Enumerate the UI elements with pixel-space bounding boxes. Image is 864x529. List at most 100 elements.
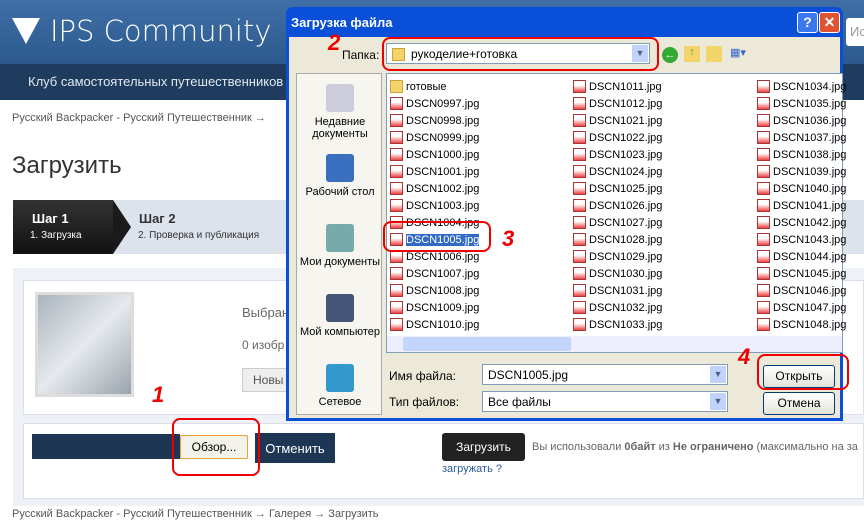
step-1 <box>13 200 131 254</box>
file-item[interactable]: DSCN1012.jpg <box>573 96 662 111</box>
place-network[interactable]: Сетевое <box>297 364 383 408</box>
file-item[interactable]: DSCN1001.jpg <box>390 164 479 179</box>
file-item[interactable]: DSCN1034.jpg <box>757 79 846 94</box>
file-item[interactable]: DSCN1010.jpg <box>390 317 479 332</box>
step-1-sub: 1. Загрузка <box>30 230 82 241</box>
search-input[interactable]: Ис <box>846 18 864 46</box>
cancel-upload-button[interactable]: Отменить <box>255 433 335 463</box>
up-folder-icon[interactable]: ↑ <box>684 46 700 62</box>
annotation-4: 4 <box>738 344 751 369</box>
file-item[interactable]: DSCN1007.jpg <box>390 266 479 281</box>
place-documents[interactable]: Мои документы <box>297 224 383 268</box>
image-file-icon <box>757 131 770 144</box>
file-path-input[interactable] <box>32 434 180 459</box>
place-computer[interactable]: Мой компьютер <box>297 294 383 338</box>
file-item[interactable]: DSCN1002.jpg <box>390 181 479 196</box>
file-item[interactable]: DSCN1039.jpg <box>757 164 846 179</box>
new-folder-icon[interactable] <box>706 46 722 62</box>
file-item[interactable]: DSCN1009.jpg <box>390 300 479 315</box>
horizontal-scrollbar[interactable] <box>387 336 842 352</box>
dialog-cancel-button[interactable]: Отмена <box>763 392 835 415</box>
file-item[interactable]: DSCN1024.jpg <box>573 164 662 179</box>
help-link[interactable]: загружать ? <box>442 463 502 475</box>
file-item[interactable]: DSCN0998.jpg <box>390 113 479 128</box>
new-album-button[interactable]: Новы <box>242 368 287 392</box>
file-item[interactable]: DSCN1047.jpg <box>757 300 846 315</box>
annotation-1: 1 <box>152 382 165 407</box>
file-item[interactable]: DSCN1040.jpg <box>757 181 846 196</box>
file-item[interactable]: DSCN1038.jpg <box>757 147 846 162</box>
back-icon[interactable]: ← <box>662 47 678 63</box>
place-desktop[interactable]: Рабочий стол <box>297 154 383 198</box>
image-file-icon <box>573 165 586 178</box>
chevron-down-icon[interactable]: ▼ <box>710 366 726 383</box>
quota-text: Вы использовали 0байт из Не ограничено (… <box>532 441 858 453</box>
file-item[interactable]: DSCN1008.jpg <box>390 283 479 298</box>
image-file-icon <box>573 284 586 297</box>
places-bar: Недавние документы Рабочий стол Мои доку… <box>296 73 382 415</box>
file-list[interactable]: готовые DSCN0997.jpg DSCN0998.jpg DSCN0999.… <box>386 73 846 353</box>
file-item[interactable]: DSCN1029.jpg <box>573 249 662 264</box>
file-item[interactable]: DSCN0999.jpg <box>390 130 479 145</box>
chevron-down-icon[interactable]: ▼ <box>710 393 726 410</box>
file-item[interactable]: DSCN1028.jpg <box>573 232 662 247</box>
image-file-icon <box>390 97 403 110</box>
file-item[interactable]: DSCN1023.jpg <box>573 147 662 162</box>
image-file-icon <box>573 80 586 93</box>
annotation-box-1 <box>172 418 260 476</box>
image-file-icon <box>757 165 770 178</box>
file-item[interactable]: DSCN1026.jpg <box>573 198 662 213</box>
image-file-icon <box>390 199 403 212</box>
file-item[interactable]: DSCN1022.jpg <box>573 130 662 145</box>
logo[interactable]: IPS Community <box>12 14 272 48</box>
view-menu-icon[interactable]: ▦▾ <box>730 46 752 62</box>
image-file-icon <box>757 284 770 297</box>
close-button[interactable]: ✕ <box>819 12 840 33</box>
file-item[interactable]: DSCN1037.jpg <box>757 130 846 145</box>
nav-title[interactable]: Клуб самостоятельных путешественников <box>28 74 283 89</box>
file-item[interactable]: DSCN1003.jpg <box>390 198 479 213</box>
filetype-select[interactable]: Все файлы ▼ <box>482 391 728 412</box>
image-file-icon <box>573 97 586 110</box>
image-file-icon <box>757 267 770 280</box>
breadcrumb-bottom: Русский Backpacker - Русский Путешествен… <box>12 508 379 520</box>
filename-input[interactable]: DSCN1005.jpg ▼ <box>482 364 728 385</box>
upload-button[interactable]: Загрузить <box>442 433 525 461</box>
image-file-icon <box>573 233 586 246</box>
file-item[interactable]: DSCN1045.jpg <box>757 266 846 281</box>
help-button[interactable]: ? <box>797 12 818 33</box>
image-file-icon <box>757 250 770 263</box>
file-item[interactable]: DSCN1046.jpg <box>757 283 846 298</box>
file-item[interactable]: DSCN1030.jpg <box>573 266 662 281</box>
file-item[interactable]: DSCN1042.jpg <box>757 215 846 230</box>
file-item[interactable]: DSCN1000.jpg <box>390 147 479 162</box>
image-file-icon <box>573 267 586 280</box>
file-item[interactable]: DSCN1036.jpg <box>757 113 846 128</box>
file-item[interactable]: DSCN1011.jpg <box>573 79 662 94</box>
file-item[interactable]: DSCN1031.jpg <box>573 283 662 298</box>
breadcrumb-top[interactable]: Русский Backpacker - Русский Путешествен… <box>12 112 266 124</box>
file-item[interactable]: DSCN1041.jpg <box>757 198 846 213</box>
image-file-icon <box>390 267 403 280</box>
scrollbar-thumb[interactable] <box>403 337 571 351</box>
selected-label: Выбран <box>242 305 290 320</box>
image-file-icon <box>390 131 403 144</box>
file-item[interactable]: DSCN1032.jpg <box>573 300 662 315</box>
folder-item[interactable]: готовые <box>390 79 447 94</box>
file-item[interactable]: DSCN1027.jpg <box>573 215 662 230</box>
image-file-icon <box>757 216 770 229</box>
image-file-icon <box>390 165 403 178</box>
file-item[interactable]: DSCN1033.jpg <box>573 317 662 332</box>
file-item[interactable]: DSCN1048.jpg <box>757 317 846 332</box>
place-recent[interactable]: Недавние документы <box>297 84 383 140</box>
file-item[interactable]: DSCN1025.jpg <box>573 181 662 196</box>
file-item[interactable]: DSCN1043.jpg <box>757 232 846 247</box>
file-item[interactable]: DSCN1035.jpg <box>757 96 846 111</box>
network-icon <box>326 364 354 392</box>
page-title: Загрузить <box>12 152 122 179</box>
image-file-icon <box>573 250 586 263</box>
file-item[interactable]: DSCN1021.jpg <box>573 113 662 128</box>
file-item[interactable]: DSCN0997.jpg <box>390 96 479 111</box>
file-item[interactable]: DSCN1044.jpg <box>757 249 846 264</box>
step-1-title: Шаг 1 <box>32 211 69 226</box>
